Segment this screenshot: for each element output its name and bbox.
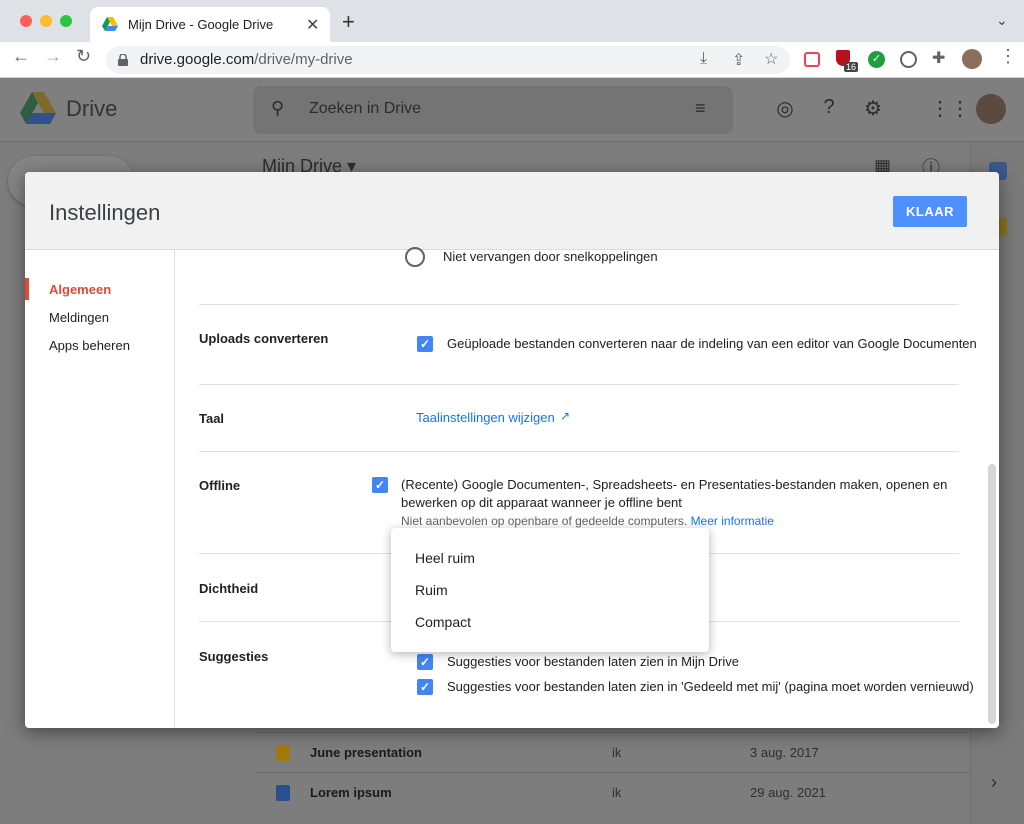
settings-content: Niet vervangen door snelkoppelingen Uplo… [175,247,999,728]
offline-note-text: Niet aanbevolen op openbare of gedeelde … [401,514,688,528]
density-dropdown-menu: Heel ruim Ruim Compact [391,528,709,652]
dialog-scrollbar[interactable] [988,464,996,724]
density-option-spacious[interactable]: Ruim [415,582,448,598]
uploads-text: Geüploade bestanden converteren naar de … [447,336,977,351]
uploads-label: Uploads converteren [199,331,329,346]
docs-icon [276,785,290,801]
offline-text: (Recente) Google Documenten-, Spreadshee… [401,477,948,510]
new-tab-button[interactable]: + [342,9,355,35]
dialog-title: Instellingen [49,200,161,225]
density-label: Dichtheid [199,581,259,596]
file-row[interactable]: June presentation ik 3 aug. 2017 [254,732,970,772]
divider [199,384,959,385]
done-button[interactable]: KLAAR [893,196,967,227]
browser-tab-bar: Mijn Drive - Google Drive ✕ + ⌄ [0,0,1024,42]
chevron-down-icon[interactable]: ⌄ [996,12,1008,29]
reload-icon[interactable]: ↻ [76,46,91,67]
suggestion-shared-text: Suggesties voor bestanden laten zien in … [447,679,974,694]
apps-grid-icon[interactable]: ⋮⋮ [930,96,970,122]
language-label: Taal [199,411,225,426]
suggestions-label: Suggesties [199,649,269,664]
install-icon[interactable]: ⤓ [700,50,707,68]
density-option-compact[interactable]: Compact [415,614,471,630]
bookmark-star-icon[interactable]: ☆ [764,49,778,69]
divider [199,304,959,305]
file-name: Lorem ipsum [310,785,392,800]
gear-icon[interactable]: ⚙ [860,96,886,122]
drive-logo-icon [20,92,56,124]
search-options-icon[interactable]: ≡ [695,98,706,119]
nav-item-manage-apps[interactable]: Apps beheren [49,338,130,353]
close-window-button[interactable] [20,15,32,27]
suggestion-mydrive-text: Suggesties voor bestanden laten zien in … [447,654,739,669]
offline-checkbox[interactable]: ✓ [372,477,388,493]
suggestion-mydrive-checkbox[interactable]: ✓ [417,654,433,670]
file-date: 3 aug. 2017 [750,745,819,760]
external-link-icon: ↗ [560,409,571,423]
drive-search-bar[interactable]: ⚲ Zoeken in Drive ≡ [253,86,733,134]
extensions-puzzle-icon[interactable]: ✚ [932,48,945,68]
minimize-window-button[interactable] [40,15,52,27]
forward-icon[interactable]: → [44,46,62,67]
check-extension-icon[interactable]: ✓ [868,51,885,68]
url-path: /drive/my-drive [254,51,353,68]
ready-offline-icon[interactable]: ◎ [772,96,798,122]
settings-nav: Algemeen Meldingen Apps beheren [25,250,175,728]
drive-app-name: Drive [66,96,118,121]
maximize-window-button[interactable] [60,15,72,27]
drive-header: Drive ⚲ Zoeken in Drive ≡ ◎ ? ⚙ ⋮⋮ [0,78,1024,142]
browser-tab[interactable]: Mijn Drive - Google Drive ✕ [90,7,330,42]
offline-label: Offline [199,478,241,493]
dialog-header: Instellingen KLAAR [25,172,999,250]
file-date: 29 aug. 2021 [750,785,826,800]
suggestion-shared-checkbox[interactable]: ✓ [417,679,433,695]
browser-toolbar: ← → ↻ drive.google.com/drive/my-drive ⤓ … [0,42,1024,78]
pocket-icon[interactable] [804,52,820,67]
density-option-very-spacious[interactable]: Heel ruim [415,550,475,566]
file-name: June presentation [310,745,422,760]
search-placeholder: Zoeken in Drive [309,100,422,117]
uploads-checkbox[interactable]: ✓ [417,336,433,352]
nav-item-notifications[interactable]: Meldingen [49,310,109,325]
lock-icon [118,54,128,66]
tab-title: Mijn Drive - Google Drive [128,17,274,32]
url-host: drive.google.com [140,51,255,68]
active-nav-indicator [25,278,29,300]
divider [199,451,959,452]
file-owner: ik [612,745,622,760]
profile-avatar[interactable] [962,49,982,69]
close-tab-icon[interactable]: ✕ [306,15,319,35]
help-icon[interactable]: ? [816,96,842,122]
back-icon[interactable]: ← [12,46,30,67]
file-row[interactable]: Lorem ipsum ik 29 aug. 2021 [254,772,970,812]
slides-icon [276,745,290,761]
offline-note: Niet aanbevolen op openbare of gedeelde … [401,514,774,528]
shortcut-radio[interactable] [405,247,425,267]
search-icon[interactable]: ⚲ [271,98,284,119]
nav-item-general[interactable]: Algemeen [49,282,111,297]
shortcut-option-label: Niet vervangen door snelkoppelingen [443,249,658,264]
drive-favicon-icon [102,17,118,31]
extension-circle-icon[interactable] [900,51,917,68]
language-settings-link[interactable]: Taalinstellingen wijzigen [416,409,555,427]
extension-badge: 16 [844,62,859,72]
account-avatar[interactable] [976,94,1006,124]
expand-panel-icon[interactable]: › [991,772,997,793]
more-menu-icon[interactable]: ⋮ [999,46,1017,67]
file-owner: ik [612,785,622,800]
share-icon[interactable]: ⇪ [732,50,745,70]
more-info-link[interactable]: Meer informatie [691,514,774,528]
address-bar[interactable]: drive.google.com/drive/my-drive ⤓ ⇪ ☆ [106,46,790,74]
